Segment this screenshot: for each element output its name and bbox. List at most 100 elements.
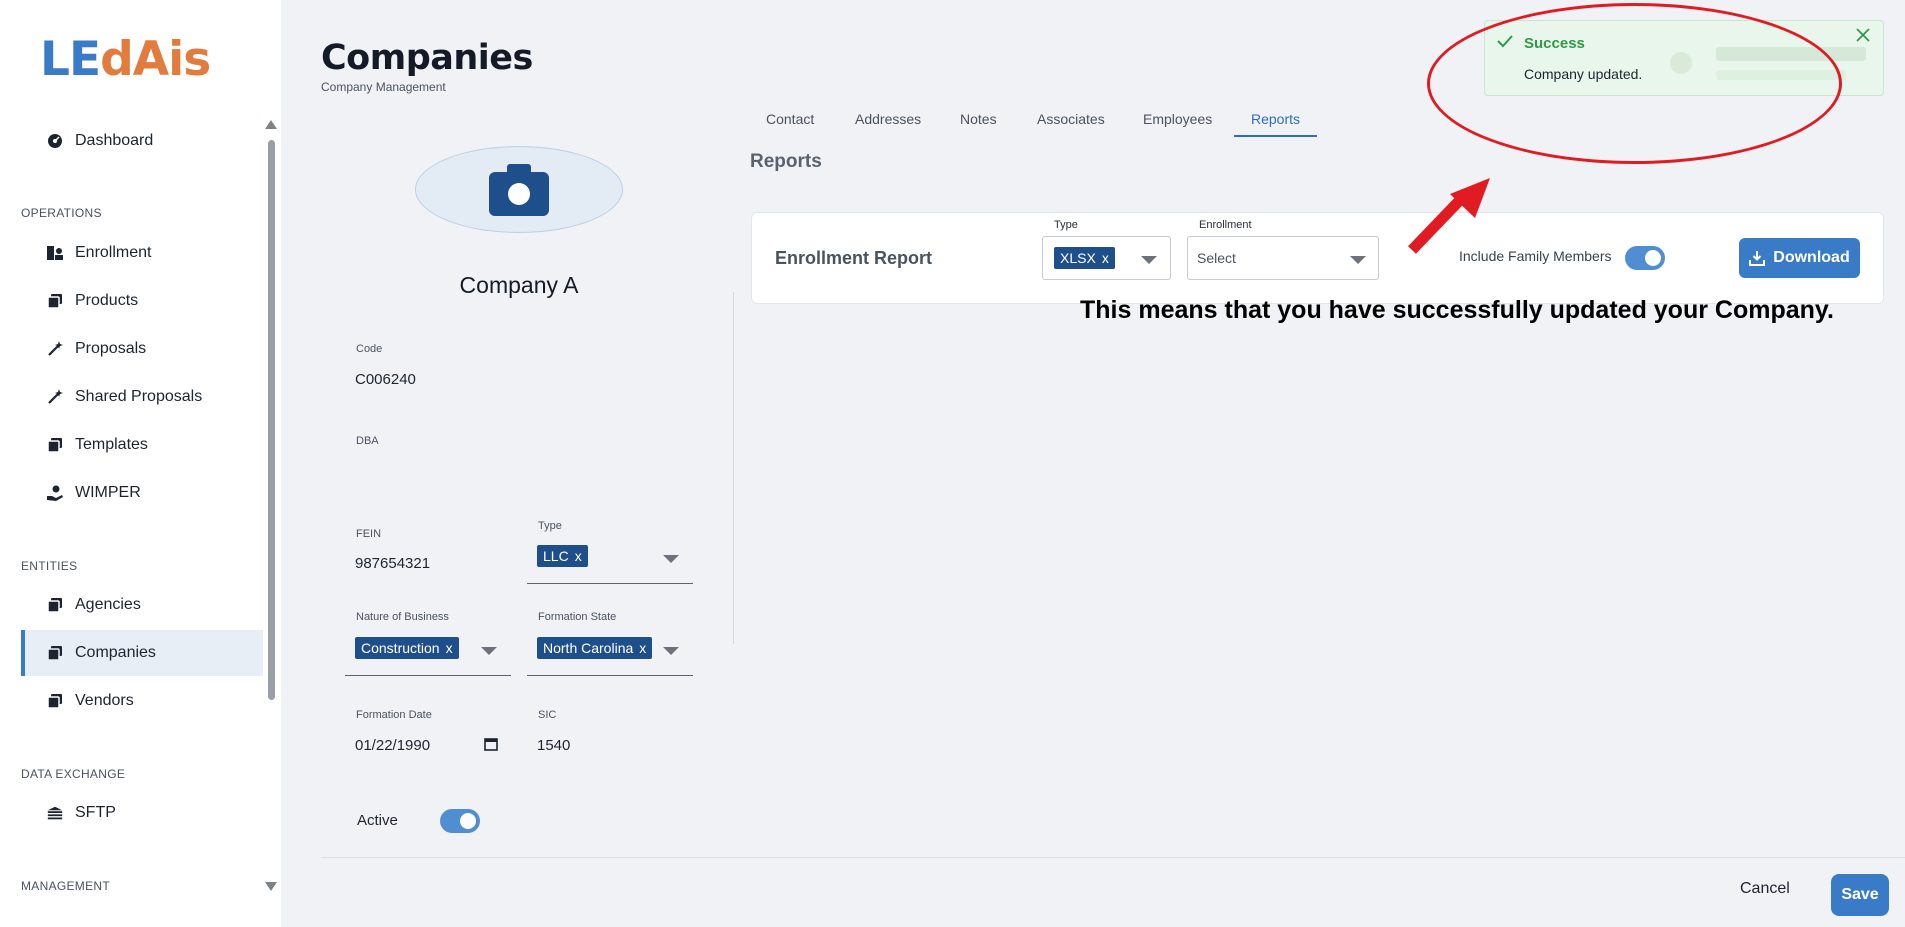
chip-remove-icon[interactable]: x xyxy=(1102,250,1109,266)
sidebar-item-label: Companies xyxy=(75,644,156,661)
sidebar-item-label: Enrollment xyxy=(75,244,152,261)
close-icon[interactable] xyxy=(1856,28,1870,47)
magic-wand-icon xyxy=(46,340,64,358)
tab-associates[interactable]: Associates xyxy=(1037,111,1105,135)
formation-state-chip[interactable]: North Carolina x xyxy=(537,637,653,659)
sic-label: SIC xyxy=(538,709,557,721)
agencies-icon xyxy=(46,596,64,614)
sidebar-item-sftp[interactable]: SFTP xyxy=(21,790,263,836)
sidebar-item-label: Shared Proposals xyxy=(75,388,203,405)
dba-label: DBA xyxy=(356,435,379,447)
company-name: Company A xyxy=(459,272,579,298)
sidebar-item-label: Dashboard xyxy=(75,132,154,149)
enrollment-report-title: Enrollment Report xyxy=(775,248,933,268)
sidebar-item-label: SFTP xyxy=(75,804,116,821)
sidebar-item-companies[interactable]: Companies xyxy=(21,630,263,676)
formation-date-field[interactable]: 01/22/1990 xyxy=(355,737,430,754)
scroll-down-icon[interactable] xyxy=(265,882,277,891)
chevron-down-icon[interactable] xyxy=(663,647,679,655)
annotation-text: This means that you have successfully up… xyxy=(1080,296,1834,324)
annotation-ellipse xyxy=(1427,3,1842,164)
formation-date-label: Formation Date xyxy=(356,709,432,721)
annotation-arrow-icon xyxy=(1408,178,1490,254)
chip-label: North Carolina xyxy=(543,640,634,656)
magic-wand-icon xyxy=(46,388,64,406)
dba-field[interactable] xyxy=(355,462,685,482)
page-title: Companies xyxy=(321,38,533,78)
chip-label: XLSX xyxy=(1060,250,1096,266)
code-label: Code xyxy=(356,343,383,355)
tab-reports[interactable]: Reports xyxy=(1234,111,1318,137)
sidebar-item-shared-proposals[interactable]: Shared Proposals xyxy=(21,374,263,420)
scroll-up-icon[interactable] xyxy=(265,120,277,129)
report-type-label: Type xyxy=(1054,219,1078,231)
footer-divider xyxy=(321,857,1905,858)
chevron-down-icon[interactable] xyxy=(1141,256,1157,264)
save-button[interactable]: Save xyxy=(1831,874,1889,916)
hand-money-icon xyxy=(46,484,64,502)
calendar-icon[interactable] xyxy=(484,737,498,756)
chevron-down-icon[interactable] xyxy=(663,555,679,563)
sidebar-item-agencies[interactable]: Agencies xyxy=(21,582,263,628)
fein-field[interactable]: 987654321 xyxy=(355,555,430,572)
page-subtitle: Company Management xyxy=(321,80,446,94)
sidebar: LEdAis Dashboard OPERATIONS Enrollment P… xyxy=(0,0,281,927)
toggle-knob xyxy=(1645,250,1661,266)
download-label: Download xyxy=(1773,249,1850,266)
chevron-down-icon[interactable] xyxy=(1350,256,1366,264)
chip-remove-icon[interactable]: x xyxy=(446,640,453,656)
tab-employees[interactable]: Employees xyxy=(1143,111,1212,135)
companies-icon xyxy=(46,644,64,662)
sidebar-item-label: Vendors xyxy=(75,692,134,709)
camera-icon xyxy=(489,163,549,216)
fein-label: FEIN xyxy=(356,528,382,540)
products-icon xyxy=(46,292,64,310)
dashboard-icon xyxy=(46,132,64,150)
sidebar-item-templates[interactable]: Templates xyxy=(21,422,263,468)
type-chip[interactable]: LLC x xyxy=(537,545,588,567)
chip-remove-icon[interactable]: x xyxy=(639,640,646,656)
download-icon xyxy=(1749,251,1766,266)
reports-heading: Reports xyxy=(750,151,822,172)
sidebar-item-label: Products xyxy=(75,292,139,309)
logo-part1: LE xyxy=(40,32,101,87)
sidebar-item-wimper[interactable]: WIMPER xyxy=(21,470,263,516)
tab-contact[interactable]: Contact xyxy=(766,111,814,135)
chip-remove-icon[interactable]: x xyxy=(575,548,582,564)
sidebar-item-vendors[interactable]: Vendors xyxy=(21,678,263,724)
cancel-button[interactable]: Cancel xyxy=(1740,880,1790,898)
ledais-logo[interactable]: LEdAis xyxy=(40,32,211,87)
sidebar-item-proposals[interactable]: Proposals xyxy=(21,326,263,372)
sidebar-item-label: Agencies xyxy=(75,596,141,613)
panel-divider xyxy=(733,292,734,644)
section-entities: ENTITIES xyxy=(21,559,78,573)
templates-icon xyxy=(46,436,64,454)
sic-field[interactable]: 1540 xyxy=(537,737,570,754)
section-management: MANAGEMENT xyxy=(21,879,111,893)
section-data-exchange: DATA EXCHANGE xyxy=(21,767,126,781)
chevron-down-icon[interactable] xyxy=(481,647,497,655)
nature-chip[interactable]: Construction x xyxy=(355,637,459,659)
sidebar-item-label: Templates xyxy=(75,436,148,453)
sidebar-item-products[interactable]: Products xyxy=(21,278,263,324)
sidebar-item-enrollment[interactable]: Enrollment xyxy=(21,230,263,276)
code-field[interactable]: C006240 xyxy=(355,371,416,388)
sidebar-item-dashboard[interactable]: Dashboard xyxy=(21,118,263,164)
active-toggle[interactable] xyxy=(440,809,480,833)
chip-label: Construction xyxy=(361,640,440,656)
company-avatar[interactable] xyxy=(415,146,623,233)
active-label: Active xyxy=(357,812,398,829)
tab-addresses[interactable]: Addresses xyxy=(855,111,921,135)
sidebar-scrollbar[interactable] xyxy=(268,140,275,700)
chip-label: LLC xyxy=(543,548,569,564)
section-operations: OPERATIONS xyxy=(21,206,102,220)
report-type-chip[interactable]: XLSX x xyxy=(1054,247,1115,269)
include-family-toggle[interactable] xyxy=(1625,246,1665,270)
download-button[interactable]: Download xyxy=(1739,238,1860,278)
tab-notes[interactable]: Notes xyxy=(960,111,997,135)
server-icon xyxy=(46,804,64,822)
sidebar-item-label: WIMPER xyxy=(75,484,141,501)
sidebar-item-label: Proposals xyxy=(75,340,147,357)
enrollment-placeholder: Select xyxy=(1197,250,1236,266)
report-enrollment-label: Enrollment xyxy=(1199,219,1252,231)
